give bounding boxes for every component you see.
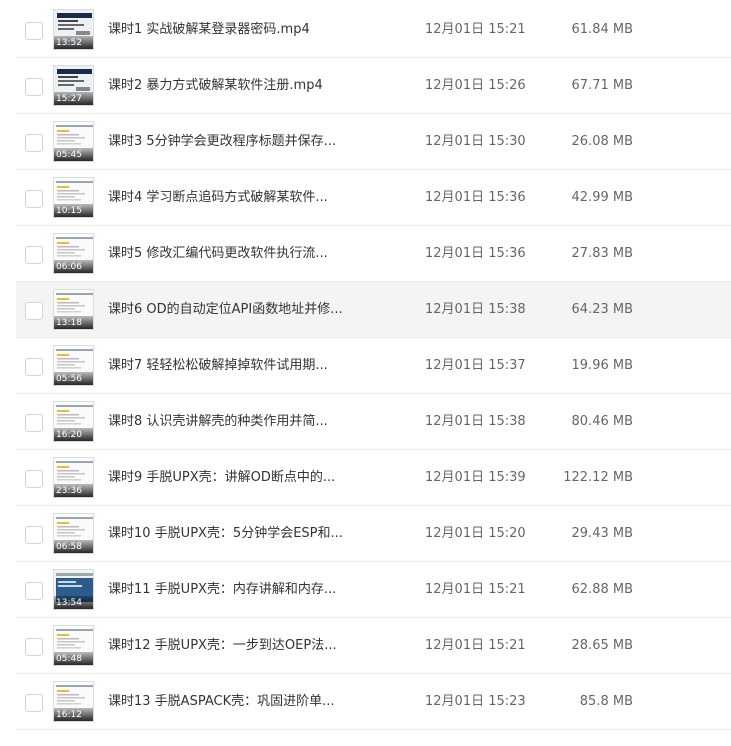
file-row[interactable]: 13:52 课时1 实战破解某登录器密码.mp4 12月01日 15:21 61.84… [16, 2, 731, 58]
file-modified-date: 12月01日 15:38 [425, 414, 526, 429]
video-duration: 10:15 [56, 206, 82, 216]
file-name-link[interactable]: 课时7 轻轻松松破解掉掉软件试用期... [108, 338, 328, 394]
video-thumbnail[interactable]: 06:58 [53, 513, 94, 554]
file-name-link[interactable]: 课时2 暴力方式破解某软件注册.mp4 [108, 58, 323, 114]
video-duration: 05:56 [56, 374, 82, 384]
video-thumbnail[interactable]: 13:52 [53, 9, 94, 50]
video-duration: 05:45 [56, 150, 82, 160]
file-row[interactable]: 13:54 课时11 手脱UPX壳：内存讲解和内存... 12月01日 15:21 6… [16, 562, 731, 618]
file-row[interactable]: 05:48 课时12 手脱UPX壳：一步到达OEP法... 12月01日 15:21… [16, 618, 731, 674]
video-thumbnail[interactable]: 23:36 [53, 457, 94, 498]
row-checkbox[interactable] [25, 582, 43, 600]
file-modified-date: 12月01日 15:21 [425, 22, 526, 37]
video-thumbnail[interactable]: 06:06 [53, 233, 94, 274]
video-thumbnail[interactable]: 13:54 [53, 569, 94, 610]
row-checkbox[interactable] [25, 302, 43, 320]
row-checkbox[interactable] [25, 470, 43, 488]
file-modified-date: 12月01日 15:36 [425, 246, 526, 261]
video-duration: 23:36 [56, 486, 82, 496]
video-duration: 06:06 [56, 262, 82, 272]
video-duration: 16:12 [56, 710, 82, 720]
row-checkbox[interactable] [25, 358, 43, 376]
file-size: 61.84 MB [571, 22, 633, 37]
video-thumbnail[interactable]: 13:18 [53, 289, 94, 330]
file-row[interactable]: 05:56 课时7 轻轻松松破解掉掉软件试用期... 12月01日 15:37 19.… [16, 338, 731, 394]
file-list: 13:52 课时1 实战破解某登录器密码.mp4 12月01日 15:21 61.84… [0, 0, 731, 746]
file-name-link[interactable]: 课时6 OD的自动定位API函数地址并修... [108, 282, 343, 338]
video-duration: 15:27 [56, 94, 82, 104]
row-checkbox[interactable] [25, 22, 43, 40]
row-checkbox[interactable] [25, 638, 43, 656]
video-duration: 16:20 [56, 430, 82, 440]
file-modified-date: 12月01日 15:21 [425, 582, 526, 597]
file-row[interactable]: 06:58 课时10 手脱UPX壳：5分钟学会ESP和... 12月01日 15:2… [16, 506, 731, 562]
file-name-link[interactable]: 课时5 修改汇编代码更改软件执行流... [108, 226, 328, 282]
file-size: 26.08 MB [571, 134, 633, 149]
file-row[interactable]: 23:36 课时9 手脱UPX壳：讲解OD断点中的... 12月01日 15:39 1… [16, 450, 731, 506]
row-checkbox[interactable] [25, 414, 43, 432]
file-row[interactable]: 16:12 课时13 手脱ASPACK壳：巩固进阶单... 12月01日 15:23… [16, 674, 731, 730]
video-duration: 13:18 [56, 318, 82, 328]
video-thumbnail[interactable]: 05:45 [53, 121, 94, 162]
file-row[interactable]: 16:20 课时8 认识壳讲解壳的种类作用并简... 12月01日 15:38 80.… [16, 394, 731, 450]
file-size: 64.23 MB [571, 302, 633, 317]
file-name-link[interactable]: 课时13 手脱ASPACK壳：巩固进阶单... [108, 674, 335, 730]
file-modified-date: 12月01日 15:26 [425, 78, 526, 93]
row-checkbox[interactable] [25, 190, 43, 208]
file-modified-date: 12月01日 15:30 [425, 134, 526, 149]
file-name-link[interactable]: 课时12 手脱UPX壳：一步到达OEP法... [108, 618, 337, 674]
file-modified-date: 12月01日 15:36 [425, 190, 526, 205]
file-name-link[interactable]: 课时11 手脱UPX壳：内存讲解和内存... [108, 562, 336, 618]
file-name-link[interactable]: 课时9 手脱UPX壳：讲解OD断点中的... [108, 450, 335, 506]
row-checkbox[interactable] [25, 78, 43, 96]
file-modified-date: 12月01日 15:23 [425, 694, 526, 709]
file-name-link[interactable]: 课时4 学习断点追码方式破解某软件... [108, 170, 328, 226]
video-duration: 05:48 [56, 654, 82, 664]
video-thumbnail[interactable]: 16:12 [53, 681, 94, 722]
file-modified-date: 12月01日 15:21 [425, 638, 526, 653]
video-thumbnail[interactable]: 10:15 [53, 177, 94, 218]
file-size: 85.8 MB [579, 694, 633, 709]
file-row[interactable]: 13:18 课时6 OD的自动定位API函数地址并修... 12月01日 15:38… [16, 282, 731, 338]
video-duration: 13:52 [56, 38, 82, 48]
video-duration: 13:54 [56, 598, 82, 608]
file-size: 42.99 MB [571, 190, 633, 205]
file-row[interactable]: 10:15 课时4 学习断点追码方式破解某软件... 12月01日 15:36 42.… [16, 170, 731, 226]
file-name-link[interactable]: 课时3 5分钟学会更改程序标题并保存... [108, 114, 336, 170]
file-size: 67.71 MB [571, 78, 633, 93]
file-name-link[interactable]: 课时10 手脱UPX壳：5分钟学会ESP和... [108, 506, 343, 562]
file-size: 80.46 MB [571, 414, 633, 429]
row-checkbox[interactable] [25, 694, 43, 712]
row-checkbox[interactable] [25, 246, 43, 264]
file-modified-date: 12月01日 15:20 [425, 526, 526, 541]
video-thumbnail[interactable]: 15:27 [53, 65, 94, 106]
file-size: 27.83 MB [571, 246, 633, 261]
file-size: 29.43 MB [571, 526, 633, 541]
file-row[interactable]: 06:06 课时5 修改汇编代码更改软件执行流... 12月01日 15:36 27.… [16, 226, 731, 282]
file-name-link[interactable]: 课时8 认识壳讲解壳的种类作用并简... [108, 394, 328, 450]
file-size: 62.88 MB [571, 582, 633, 597]
video-duration: 06:58 [56, 542, 82, 552]
file-size: 122.12 MB [563, 470, 633, 485]
file-modified-date: 12月01日 15:38 [425, 302, 526, 317]
video-thumbnail[interactable]: 05:48 [53, 625, 94, 666]
file-modified-date: 12月01日 15:37 [425, 358, 526, 373]
video-thumbnail[interactable]: 05:56 [53, 345, 94, 386]
file-row[interactable]: 15:27 课时2 暴力方式破解某软件注册.mp4 12月01日 15:26 67.7… [16, 58, 731, 114]
file-size: 28.65 MB [571, 638, 633, 653]
row-checkbox[interactable] [25, 526, 43, 544]
video-thumbnail[interactable]: 16:20 [53, 401, 94, 442]
file-modified-date: 12月01日 15:39 [425, 470, 526, 485]
file-row[interactable]: 05:45 课时3 5分钟学会更改程序标题并保存... 12月01日 15:30 26… [16, 114, 731, 170]
row-checkbox[interactable] [25, 134, 43, 152]
file-size: 19.96 MB [571, 358, 633, 373]
file-name-link[interactable]: 课时1 实战破解某登录器密码.mp4 [108, 2, 310, 58]
